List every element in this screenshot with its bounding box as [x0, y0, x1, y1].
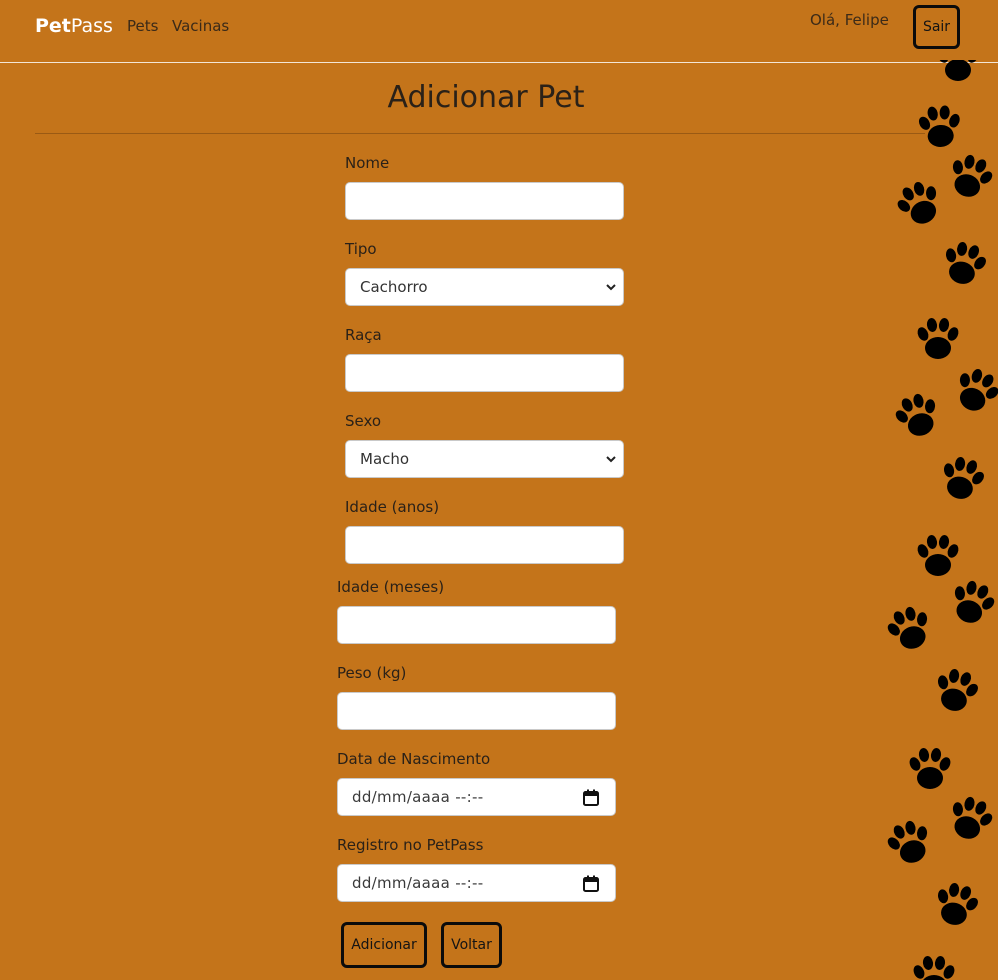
chevron-down-icon — [606, 456, 616, 463]
paw-print-icon — [935, 452, 990, 505]
calendar-icon[interactable] — [583, 789, 599, 806]
paw-print-decoration — [881, 60, 998, 980]
tipo-label: Tipo — [345, 240, 377, 258]
brand-logo[interactable]: PetPass — [35, 15, 113, 37]
paw-print-icon — [937, 237, 992, 290]
paw-print-icon — [944, 575, 998, 630]
paw-print-icon — [907, 747, 953, 789]
paw-print-icon — [911, 955, 957, 980]
paw-print-icon — [947, 361, 998, 419]
nav-link-vacinas[interactable]: Vacinas — [172, 17, 229, 35]
registro-input[interactable]: dd/mm/aaaa --:-- — [337, 864, 616, 902]
title-divider — [35, 133, 925, 134]
tipo-selected-value: Cachorro — [360, 278, 428, 296]
user-greeting: Olá, Felipe — [810, 11, 889, 29]
registro-label: Registro no PetPass — [337, 836, 484, 854]
registro-placeholder: dd/mm/aaaa --:-- — [352, 874, 484, 892]
paw-print-icon — [881, 601, 938, 656]
paw-print-icon — [929, 878, 984, 931]
data-nascimento-input[interactable]: dd/mm/aaaa --:-- — [337, 778, 616, 816]
calendar-icon[interactable] — [583, 875, 599, 892]
paw-print-icon — [890, 174, 949, 232]
sexo-selected-value: Macho — [360, 450, 410, 468]
adicionar-button[interactable]: Adicionar — [341, 922, 427, 968]
idade-meses-input[interactable] — [337, 606, 616, 644]
paw-print-icon — [935, 60, 981, 81]
idade-anos-label: Idade (anos) — [345, 498, 440, 516]
paw-print-icon — [942, 149, 998, 204]
page-title: Adicionar Pet — [387, 80, 585, 115]
logout-button[interactable]: Sair — [913, 5, 960, 49]
data-nascimento-label: Data de Nascimento — [337, 750, 491, 768]
raca-label: Raça — [345, 326, 382, 344]
voltar-button[interactable]: Voltar — [441, 922, 502, 968]
paw-print-icon — [942, 791, 998, 846]
nome-input[interactable] — [345, 182, 624, 220]
sexo-select[interactable]: Macho — [345, 440, 624, 478]
data-nascimento-placeholder: dd/mm/aaaa --:-- — [352, 788, 484, 806]
paw-print-icon — [915, 103, 965, 149]
paw-print-icon — [889, 388, 946, 443]
peso-input[interactable] — [337, 692, 616, 730]
idade-meses-label: Idade (meses) — [337, 578, 445, 596]
chevron-down-icon — [606, 284, 616, 291]
idade-anos-input[interactable] — [345, 526, 624, 564]
peso-label: Peso (kg) — [337, 664, 407, 682]
paw-print-icon — [881, 815, 938, 870]
sexo-label: Sexo — [345, 412, 382, 430]
nome-label: Nome — [345, 154, 390, 172]
raca-input[interactable] — [345, 354, 624, 392]
paw-print-icon — [929, 664, 984, 717]
navbar: PetPass Pets Vacinas Olá, Felipe Sair — [0, 0, 998, 63]
paw-print-icon — [915, 317, 961, 359]
nav-link-pets[interactable]: Pets — [127, 17, 158, 35]
paw-print-icon — [915, 534, 961, 576]
tipo-select[interactable]: Cachorro — [345, 268, 624, 306]
